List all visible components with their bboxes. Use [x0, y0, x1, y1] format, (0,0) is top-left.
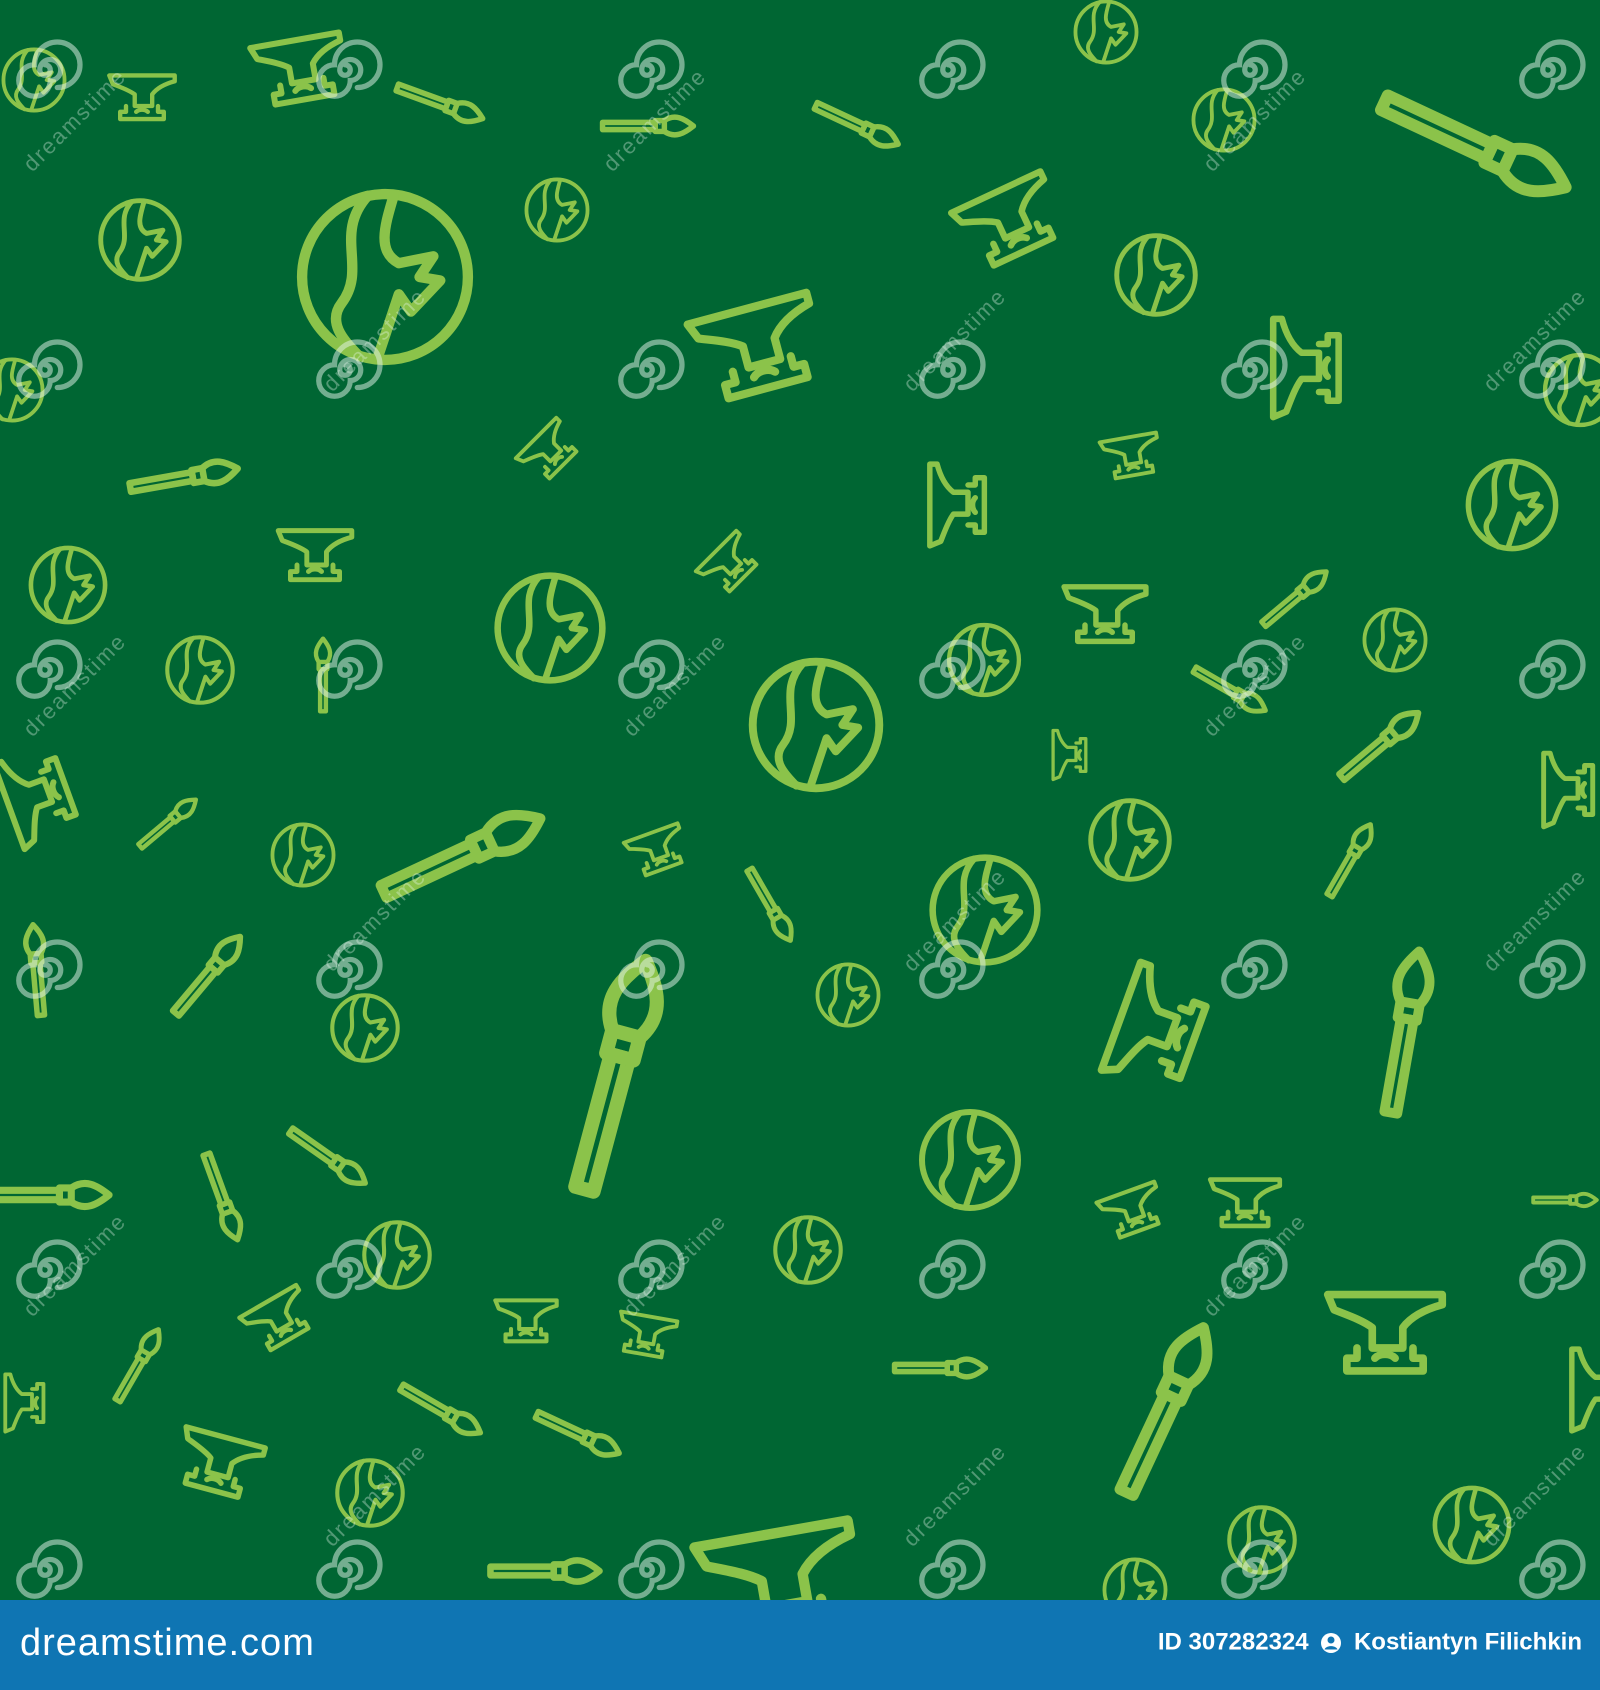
watermark-text: dreamstime	[898, 1438, 1011, 1551]
globe-icon	[1091, 801, 1170, 880]
paintbrush-icon	[168, 930, 247, 1019]
globe-icon	[498, 576, 603, 681]
globe-icon	[332, 995, 397, 1060]
anvil-icon	[1097, 430, 1165, 482]
spiral-logo-icon	[922, 42, 983, 96]
spiral-logo-icon	[922, 1542, 983, 1596]
watermark-text: dreamstime	[18, 628, 131, 741]
footer-logo[interactable]: dreamstime.com	[20, 1622, 315, 1665]
anvil-icon	[1051, 728, 1088, 782]
footer-credits: ID 307282324 Kostiantyn Filichkin	[1158, 1628, 1582, 1657]
spiral-logo-icon	[621, 1542, 682, 1596]
spiral-logo-icon	[319, 1242, 380, 1296]
globe-icon	[1117, 236, 1196, 315]
anvil-icon	[3, 1372, 46, 1434]
spiral-logo-icon	[1522, 1542, 1583, 1596]
globe-icon	[1102, 1557, 1168, 1600]
anvil-icon	[621, 821, 693, 881]
paintbrush-icon	[1531, 1191, 1599, 1209]
paintbrush-icon	[136, 794, 201, 852]
stock-image: dreamstime dreamstime dreamstime dreamstime…	[0, 0, 1600, 1690]
anvil-icon	[513, 415, 586, 488]
anvil-icon	[951, 171, 1068, 272]
anvil-icon	[1097, 1182, 1169, 1241]
paintbrush-icon	[198, 1151, 246, 1243]
spiral-logo-icon	[1522, 642, 1583, 696]
globe-icon	[524, 177, 590, 243]
paintbrush-icon	[1323, 821, 1378, 900]
anvil-icon	[172, 1427, 265, 1501]
anvil-icon	[1328, 1295, 1443, 1371]
spiral-logo-icon	[319, 1542, 380, 1596]
spiral-logo-icon	[922, 1242, 983, 1296]
paintbrush-icon	[895, 1359, 986, 1377]
globe-icon	[775, 1217, 840, 1282]
paintbrush-icon	[286, 1124, 371, 1191]
anvil-icon	[612, 1309, 680, 1361]
globe-icon	[101, 201, 180, 280]
globe-icon	[1362, 607, 1428, 673]
copyright-icon	[1321, 1632, 1342, 1653]
paintbrush-icon	[397, 1380, 485, 1441]
paintbrush-icon	[128, 458, 239, 498]
globe-icon	[167, 637, 232, 702]
anvil-icon	[1064, 587, 1146, 642]
paintbrush-icon	[1110, 1320, 1219, 1500]
anvil-icon	[694, 1520, 865, 1600]
paintbrush-icon	[0, 1183, 109, 1206]
globe-icon	[753, 662, 880, 789]
anvil-icon	[693, 528, 766, 601]
watermark-layer: dreamstime dreamstime dreamstime dreamstime…	[18, 42, 1591, 1596]
icon-pattern-layer	[0, 0, 1600, 1600]
spiral-logo-icon	[1522, 942, 1583, 996]
paintbrush-icon	[1259, 566, 1332, 631]
paintbrush-icon	[394, 79, 486, 127]
paintbrush-icon	[111, 1326, 166, 1405]
globe-icon	[1468, 461, 1555, 548]
image-id: ID 307282324	[1157, 1628, 1309, 1656]
spiral-logo-icon	[1522, 1242, 1583, 1296]
spiral-logo-icon	[621, 342, 682, 396]
watermark-text: dreamstime	[1478, 863, 1591, 976]
anvil-icon	[1210, 1180, 1280, 1226]
footer-bar: dreamstime.com ID 307282324 Kostiantyn F…	[0, 1600, 1600, 1690]
anvil-icon	[1101, 962, 1212, 1096]
paintbrush-icon	[1375, 949, 1435, 1116]
paintbrush-icon	[562, 955, 668, 1195]
anvil-icon	[239, 1285, 318, 1356]
globe-icon	[922, 1112, 1018, 1208]
seamless-pattern: dreamstime dreamstime dreamstime dreamstime…	[0, 0, 1600, 1600]
anvil-icon	[0, 744, 81, 849]
paintbrush-icon	[1335, 705, 1424, 784]
spiral-logo-icon	[19, 1542, 80, 1596]
anvil-icon	[495, 1300, 556, 1341]
paintbrush-icon	[1376, 85, 1574, 205]
spiral-logo-icon	[1224, 942, 1285, 996]
anvil-icon	[930, 464, 985, 546]
globe-icon	[1073, 0, 1139, 65]
spiral-logo-icon	[1522, 42, 1583, 96]
watermark-text: dreamstime	[318, 1438, 431, 1551]
watermark-text: dreamstime	[318, 863, 431, 976]
globe-icon	[31, 548, 105, 622]
globe-icon	[270, 822, 336, 888]
paintbrush-icon	[533, 1407, 623, 1462]
author-name[interactable]: Kostiantyn Filichkin	[1354, 1629, 1582, 1656]
anvil-icon	[1572, 1349, 1600, 1431]
paintbrush-icon	[490, 1560, 599, 1581]
anvil-icon	[1544, 753, 1593, 827]
paintbrush-icon	[812, 98, 902, 153]
globe-icon	[815, 962, 881, 1028]
anvil-icon	[278, 531, 352, 580]
paintbrush-icon	[743, 866, 798, 945]
anvil-icon	[688, 293, 828, 404]
paintbrush-icon	[24, 924, 50, 1016]
